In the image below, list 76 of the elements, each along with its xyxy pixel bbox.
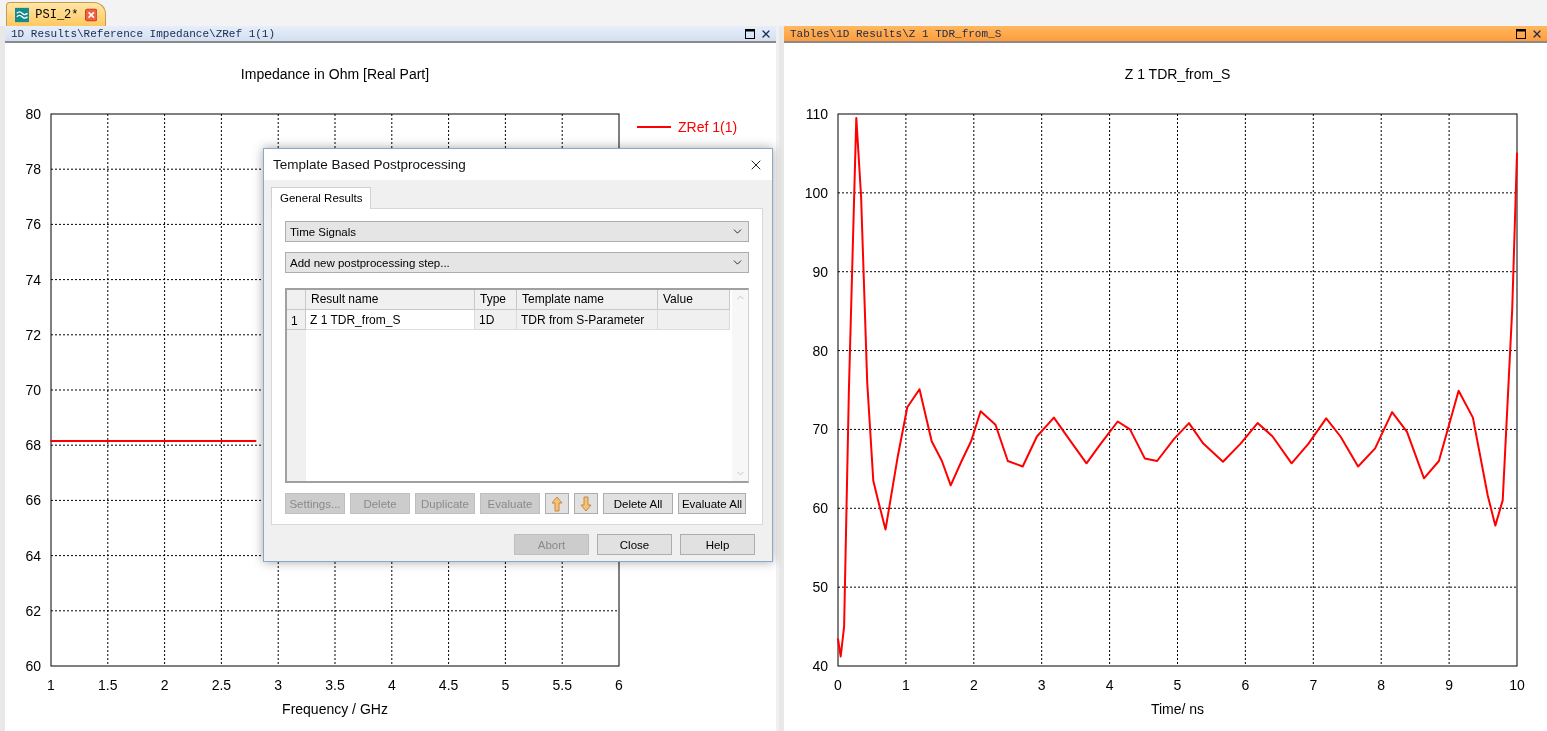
table-cell xyxy=(658,310,730,330)
x-tick-label: 7 xyxy=(1309,677,1318,693)
y-tick-label: 100 xyxy=(804,184,828,201)
x-tick-label: 3 xyxy=(274,677,283,693)
y-tick-label: 80 xyxy=(812,342,828,359)
dropdown-value: Time Signals xyxy=(290,225,357,238)
maximize-icon[interactable] xyxy=(745,28,755,39)
x-axis-label: Frequency / GHz xyxy=(282,701,388,717)
table-cell: Z 1 TDR_from_S xyxy=(306,310,475,330)
column-header[interactable]: Value xyxy=(658,290,730,310)
x-tick-label: 2 xyxy=(969,677,978,693)
row-header-corner xyxy=(287,290,306,310)
y-tick-label: 66 xyxy=(25,492,41,509)
panel-path: Tables\1D Results\Z 1 TDR_from_S xyxy=(790,27,1002,40)
x-tick-label: 0 xyxy=(834,677,842,693)
x-tick-label: 6 xyxy=(615,677,623,693)
x-tick-label: 10 xyxy=(1509,677,1525,693)
maximize-icon[interactable] xyxy=(1516,28,1526,39)
y-tick-label: 60 xyxy=(812,500,828,517)
x-axis-label: Time/ ns xyxy=(1150,701,1205,717)
y-tick-label: 40 xyxy=(812,658,828,674)
x-tick-label: 9 xyxy=(1445,677,1453,693)
y-tick-label: 74 xyxy=(25,271,41,288)
dropdown[interactable]: Add new postprocessing step... xyxy=(285,252,749,273)
y-tick-label: 62 xyxy=(25,602,41,619)
x-tick-label: 5.5 xyxy=(552,677,572,693)
x-tick-label: 2.5 xyxy=(211,677,232,693)
action-button[interactable]: Evaluate All xyxy=(678,493,746,514)
dialog-title: Template Based Postprocessing xyxy=(273,157,466,172)
y-tick-label: 70 xyxy=(25,382,41,398)
x-tick-label: 1.5 xyxy=(98,677,118,693)
dialog-button[interactable]: Close xyxy=(597,534,672,555)
y-tick-label: 80 xyxy=(25,106,41,122)
document-tab[interactable]: PSI_2* xyxy=(6,2,106,26)
legend-label: ZRef 1(1) xyxy=(678,119,738,135)
y-tick-label: 110 xyxy=(805,106,828,122)
y-tick-label: 70 xyxy=(812,421,828,438)
wave-icon xyxy=(15,6,30,23)
panel-path: 1D Results\Reference Impedance\ZRef 1(1) xyxy=(11,27,276,40)
y-tick-label: 90 xyxy=(812,263,828,280)
column-header[interactable]: Template name xyxy=(517,290,658,310)
y-tick-label: 78 xyxy=(25,161,41,178)
x-tick-label: 4 xyxy=(387,677,396,693)
x-tick-label: 3.5 xyxy=(325,677,345,693)
y-tick-label: 72 xyxy=(25,326,41,343)
x-tick-label: 4.5 xyxy=(438,677,459,693)
row-number: 1 xyxy=(287,310,306,330)
x-tick-label: 6 xyxy=(1241,677,1250,693)
down-arrow-icon xyxy=(580,495,592,512)
document-tab-label: PSI_2* xyxy=(35,7,79,22)
up-arrow-icon xyxy=(551,495,563,512)
x-tick-label: 5 xyxy=(501,677,510,693)
dropdown-value: Add new postprocessing step... xyxy=(290,256,450,269)
y-tick-label: 76 xyxy=(25,216,41,233)
column-header[interactable]: Type xyxy=(475,290,517,310)
y-tick-label: 64 xyxy=(25,547,41,564)
action-button[interactable]: Delete All xyxy=(603,493,673,514)
x-tick-label: 4 xyxy=(1105,677,1114,693)
dialog-button[interactable]: Help xyxy=(680,534,755,555)
chart-title: Impedance in Ohm [Real Part] xyxy=(240,66,430,82)
x-tick-label: 5 xyxy=(1173,677,1182,693)
x-tick-label: 1 xyxy=(47,677,55,693)
y-tick-label: 68 xyxy=(25,437,41,454)
x-tick-label: 3 xyxy=(1037,677,1046,693)
x-tick-label: 1 xyxy=(902,677,910,693)
column-header[interactable]: Result name xyxy=(306,290,475,310)
y-tick-label: 60 xyxy=(25,658,41,674)
table-cell: TDR from S-Parameter xyxy=(517,310,658,330)
y-tick-label: 50 xyxy=(812,579,828,596)
scrollbar[interactable] xyxy=(732,290,748,481)
chart-title: Z 1 TDR_from_S xyxy=(1124,66,1231,82)
x-tick-label: 8 xyxy=(1377,677,1386,693)
dropdown[interactable]: Time Signals xyxy=(285,221,749,242)
table-cell: 1D xyxy=(475,310,517,330)
dialog-tab[interactable]: General Results xyxy=(271,187,372,209)
x-tick-label: 2 xyxy=(160,677,169,693)
